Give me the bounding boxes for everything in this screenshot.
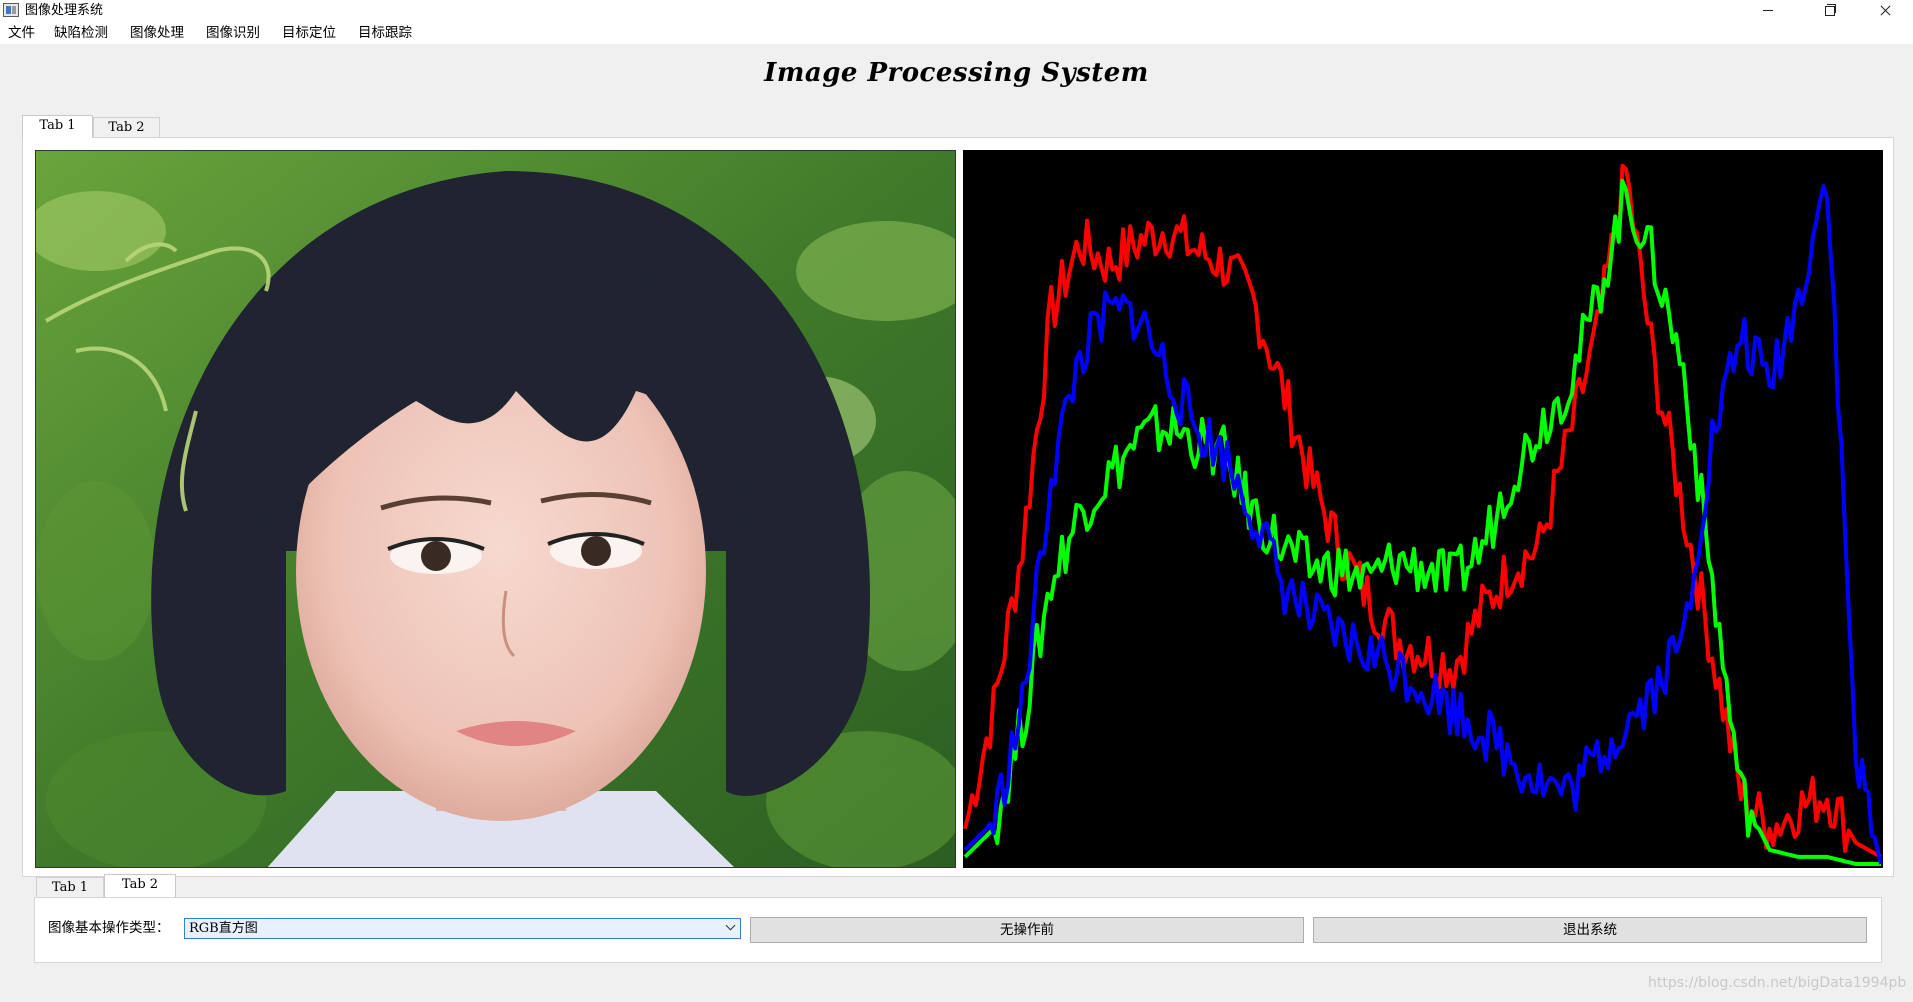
tab-bottom-2[interactable]: Tab 2 [104,874,176,897]
operation-type-label: 图像基本操作类型： [48,920,170,936]
close-button[interactable] [1862,0,1908,22]
menu-image-recognition[interactable]: 图像识别 [206,25,260,41]
rgb-histogram-chart [963,150,1883,868]
tab-top-1[interactable]: Tab 1 [22,115,93,138]
title-bar: 图像处理系统 [0,0,1913,22]
menu-target-tracking[interactable]: 目标跟踪 [358,25,412,41]
undo-button[interactable]: 无操作前 [750,917,1304,943]
menu-file[interactable]: 文件 [8,25,35,41]
tab-top-2[interactable]: Tab 2 [93,117,160,139]
menu-defect-detection[interactable]: 缺陷检测 [54,25,108,41]
menu-image-processing[interactable]: 图像处理 [130,25,184,41]
menu-bar: 文件 缺陷检测 图像处理 图像识别 目标定位 目标跟踪 [0,22,1913,44]
chevron-down-icon [725,920,736,931]
restore-button[interactable] [1807,0,1853,22]
page-title: Image Processing System [764,58,1149,88]
menu-target-location[interactable]: 目标定位 [282,25,336,41]
portrait-image [36,151,955,867]
app-icon [3,3,19,17]
operation-type-value: RGB直方图 [189,921,258,936]
minimize-button[interactable] [1745,0,1791,22]
histogram-svg [963,150,1883,868]
exit-button[interactable]: 退出系统 [1313,917,1867,943]
operation-type-select[interactable]: RGB直方图 [184,918,741,939]
window-title: 图像处理系统 [25,3,104,18]
watermark: https://blog.csdn.net/bigData1994pb [1648,975,1907,991]
portrait-photo [35,150,956,868]
application-window: 图像处理系统 文件 缺陷检测 图像处理 图像识别 目标定位 目标跟踪 Image… [0,0,1913,1002]
tab-bottom-1[interactable]: Tab 1 [36,877,104,899]
